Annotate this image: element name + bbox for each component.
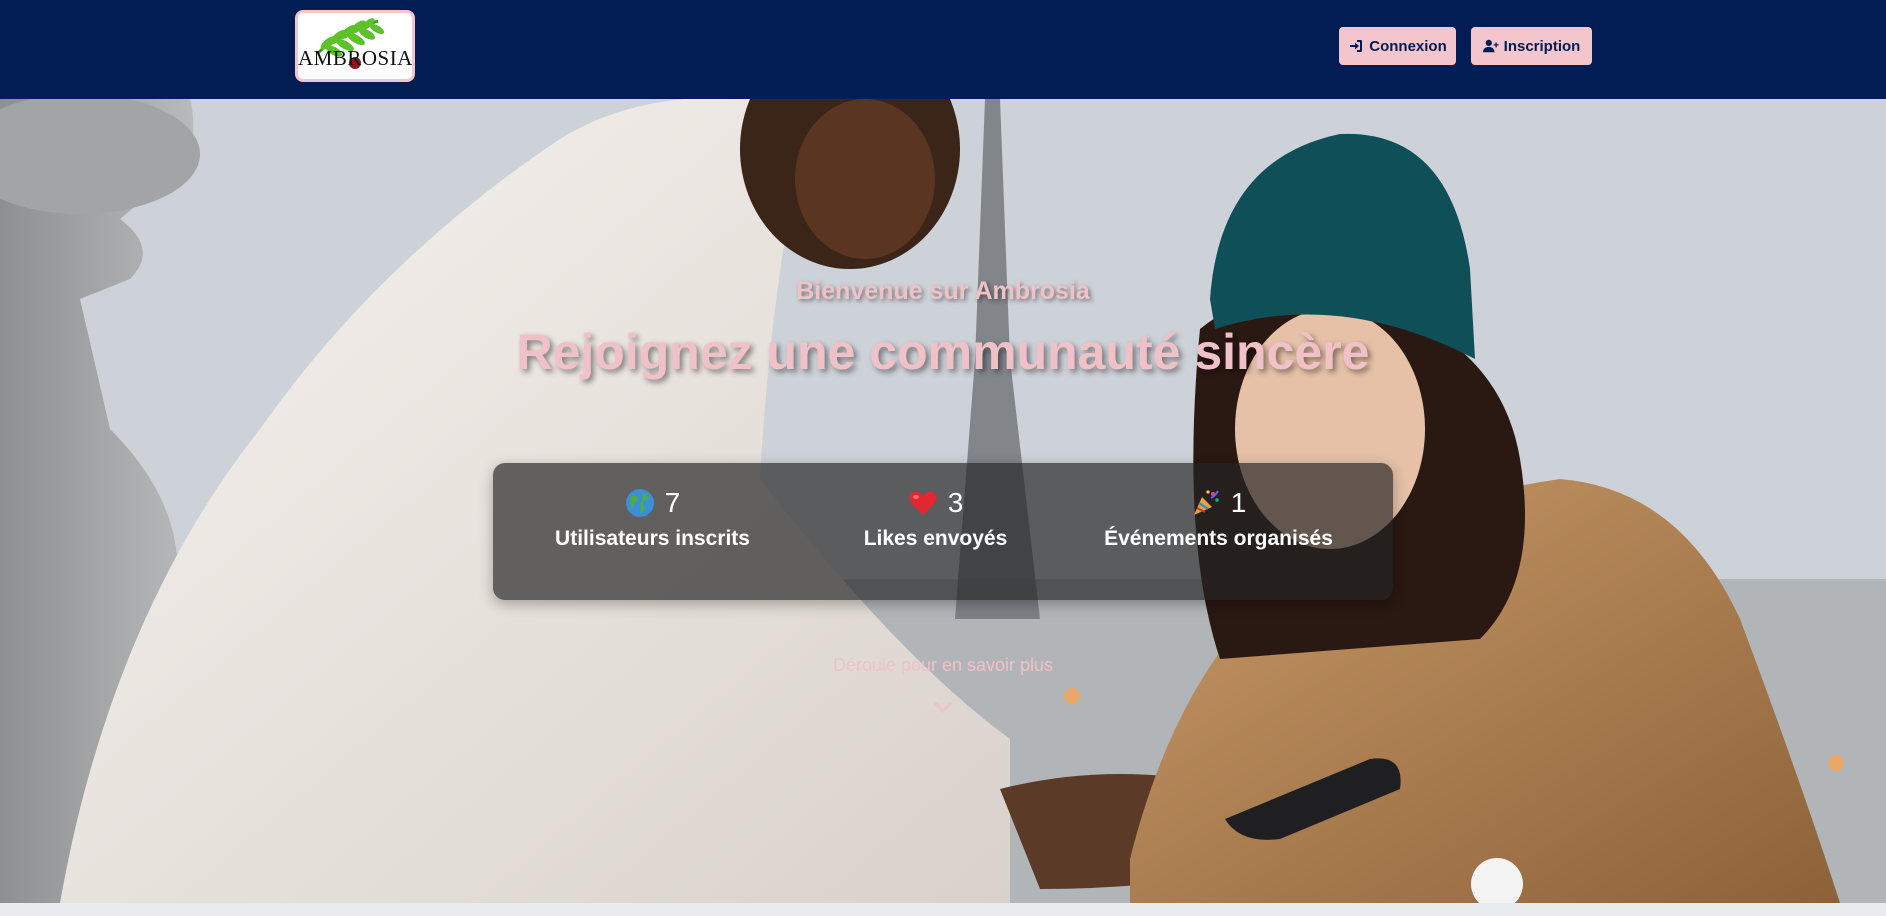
globe-icon	[625, 489, 654, 517]
stat-events-value: 1	[1230, 487, 1247, 518]
stat-users-value: 7	[664, 487, 681, 518]
user-plus-icon	[1482, 39, 1499, 53]
hero-section: Bienvenue sur Ambrosia Rejoignez une com…	[0, 99, 1886, 903]
page-bottom-strip	[0, 903, 1886, 916]
signup-button-label: Inscription	[1503, 37, 1581, 55]
stats-panel: 7 Utilisateurs inscrits 3 Likes envoyés	[493, 463, 1393, 600]
stat-events-label: Événements organisés	[1104, 527, 1333, 550]
stat-events: 1 Événements organisés	[1077, 485, 1360, 551]
chevron-down-icon[interactable]	[933, 701, 953, 715]
stat-users-label: Utilisateurs inscrits	[555, 527, 750, 550]
logo-text: AMBROSIA	[298, 46, 413, 70]
heart-icon	[908, 491, 937, 515]
hero-subtitle: Bienvenue sur Ambrosia	[796, 277, 1090, 305]
stat-users: 7 Utilisateurs inscrits	[511, 485, 794, 551]
login-button-label: Connexion	[1369, 37, 1447, 55]
party-popper-icon	[1193, 490, 1219, 515]
stat-likes: 3 Likes envoyés	[794, 485, 1077, 551]
hero-title: Rejoignez une communauté sincère	[516, 324, 1370, 380]
login-button[interactable]: Connexion	[1339, 27, 1456, 65]
top-navbar: AMBROSIA Connexion Inscription	[0, 0, 1886, 99]
signup-button[interactable]: Inscription	[1471, 27, 1592, 65]
stat-likes-value: 3	[947, 487, 964, 518]
ambrosia-logo[interactable]: AMBROSIA	[295, 10, 415, 82]
sign-in-icon	[1350, 40, 1363, 52]
stat-likes-label: Likes envoyés	[863, 527, 1008, 550]
scroll-hint: Déroule pour en savoir plus	[832, 655, 1054, 675]
